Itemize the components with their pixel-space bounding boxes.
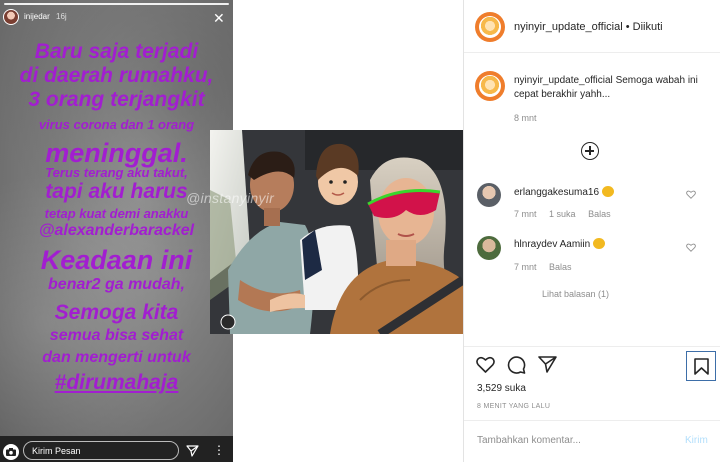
story-reply-bar: Kirim Pesan ⋮: [0, 436, 233, 462]
view-replies-link[interactable]: Lihat balasan (1): [542, 289, 609, 299]
post-comment-button[interactable]: Kirim: [685, 435, 708, 446]
story-text-line: di daerah rumahku,: [19, 64, 214, 87]
story-time: 16j: [56, 12, 67, 21]
comment-likes[interactable]: 1 suka: [549, 209, 576, 219]
share-icon[interactable]: [538, 356, 557, 373]
comment-avatar[interactable]: [477, 236, 501, 260]
post-sidebar: nyinyir_update_official • Diikuti nyinyi…: [463, 0, 720, 462]
follow-status[interactable]: Diikuti: [633, 21, 663, 33]
story-text-line: Terus terang aku takut,: [45, 165, 188, 180]
smile-emoji-icon: [601, 186, 614, 197]
story-text-line: 3 orang terjangkit: [28, 88, 205, 111]
actions-divider: [464, 346, 720, 347]
story-panel: inijedar 16j ✕ Baru saja terjadi di daer…: [0, 0, 233, 462]
post-photo: [210, 130, 463, 334]
camera-icon[interactable]: [3, 444, 19, 460]
story-text-line: dan mengerti untuk: [42, 349, 191, 366]
bookmark-icon: [694, 358, 709, 375]
story-avatar: [3, 9, 19, 25]
story-text-line: benar2 ga mudah,: [48, 276, 185, 293]
heart-icon[interactable]: [476, 356, 495, 373]
story-text-line: Semoga kita: [54, 301, 179, 324]
story-text-line: tetap kuat demi anakku: [44, 206, 189, 221]
reply-button[interactable]: Balas: [549, 262, 572, 272]
post-timestamp: 8 MENIT YANG LALU: [477, 403, 551, 410]
header-divider: [464, 52, 720, 53]
story-text-line: Keadaan ini: [40, 245, 193, 275]
comment-username[interactable]: hlnraydev: [514, 239, 557, 250]
header-separator: •: [625, 21, 630, 33]
post-header: nyinyir_update_official • Diikuti: [514, 21, 663, 33]
profile-avatar[interactable]: [475, 12, 505, 42]
comment-time[interactable]: 7 mnt: [514, 209, 537, 219]
comment-username[interactable]: erlanggakesuma16: [514, 187, 599, 198]
like-count[interactable]: 3,529 suka: [477, 383, 526, 394]
caption: nyinyir_update_official Semoga wabah ini…: [514, 74, 699, 102]
comment-divider: [464, 420, 720, 421]
comment-meta: 7 mnt 1 suka Balas: [514, 209, 621, 219]
pray-emoji-icon: [592, 238, 605, 249]
story-text-line: Baru saja terjadi: [34, 40, 199, 63]
story-text-line: virus corona dan 1 orang: [38, 117, 195, 132]
photo-watermark: @instanyinyir: [186, 190, 275, 206]
comment-like-icon[interactable]: [686, 190, 696, 199]
comment-like-icon[interactable]: [686, 243, 696, 252]
comment-text: erlanggakesuma16: [514, 186, 614, 198]
reply-button[interactable]: Balas: [588, 209, 611, 219]
story-text-line: #dirumahaja: [54, 371, 179, 394]
caption-avatar[interactable]: [475, 71, 505, 101]
comment-avatar[interactable]: [477, 183, 501, 207]
comment-body: Aamiin: [559, 239, 591, 250]
story-text-line: @alexanderbarackel: [38, 222, 195, 239]
bookmark-button[interactable]: [686, 351, 716, 381]
instagram-post-view: inijedar 16j ✕ Baru saja terjadi di daer…: [0, 0, 720, 462]
comment-meta: 7 mnt Balas: [514, 262, 582, 272]
message-input[interactable]: Kirim Pesan: [23, 441, 179, 460]
caption-username[interactable]: nyinyir_update_official: [514, 75, 613, 86]
comment-icon[interactable]: [507, 356, 526, 374]
header-username[interactable]: nyinyir_update_official: [514, 21, 623, 33]
story-text-line: semua bisa sehat: [49, 327, 184, 344]
comment-time[interactable]: 7 mnt: [514, 262, 537, 272]
send-icon[interactable]: [186, 445, 199, 457]
more-icon[interactable]: ⋮: [213, 444, 225, 456]
story-username: inijedar: [24, 12, 50, 21]
story-progress-bar: [4, 3, 229, 5]
add-comment-input[interactable]: Tambahkan komentar...: [477, 435, 581, 446]
load-more-comments-icon[interactable]: [581, 142, 599, 160]
comment-text: hlnraydev Aamiin: [514, 238, 605, 250]
caption-time: 8 mnt: [514, 113, 537, 123]
close-icon[interactable]: ✕: [213, 11, 225, 25]
